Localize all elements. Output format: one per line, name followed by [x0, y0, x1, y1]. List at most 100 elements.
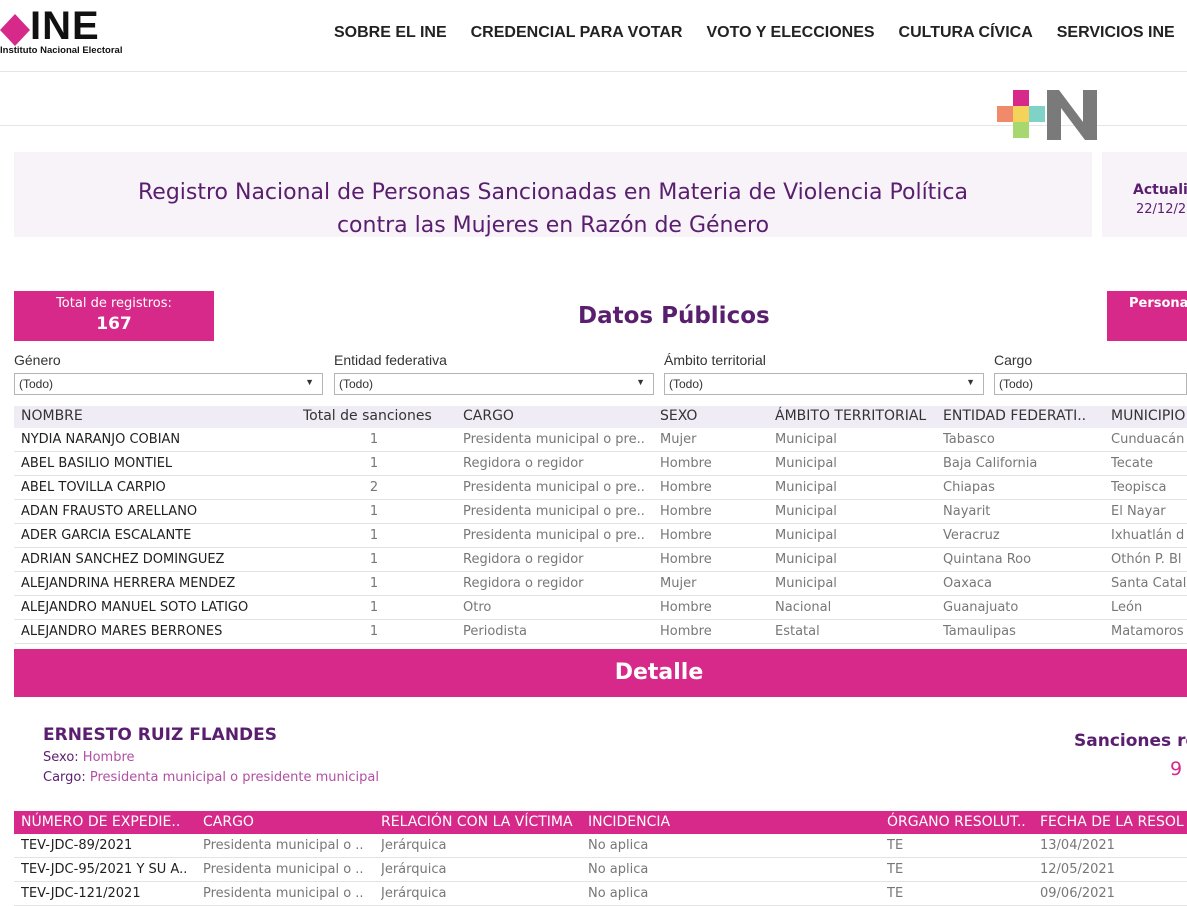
- total-records-box: Total de registros: 167: [14, 291, 214, 341]
- cell-fecha: 12/05/2021: [1040, 862, 1115, 877]
- detail-title: Detalle: [614, 660, 704, 685]
- col-header-ambito[interactable]: ÁMBITO TERRITORIAL: [775, 408, 926, 424]
- table-row[interactable]: ALEJANDRINA HERRERA MÉNDEZ 1 Regidora o re…: [14, 572, 1187, 596]
- cell-nombre: ADÁN FRAUSTO ARELLANO: [21, 504, 198, 519]
- col-header-total[interactable]: Total de sanciones: [303, 408, 432, 424]
- filter-select-genero[interactable]: (Todo) ▼: [14, 373, 323, 395]
- filter-value: (Todo): [339, 377, 374, 391]
- filter-select-entidad[interactable]: (Todo) ▼: [334, 373, 654, 395]
- table-row[interactable]: ALEJANDRO MANUEL SOTO LÁTIGO 1 Otro Hombre N…: [14, 596, 1187, 620]
- cell-sexo: Mujer: [660, 432, 697, 447]
- persons-label: Personas: [1129, 296, 1187, 311]
- cell-expediente: TEV-JDC-121/2021: [21, 886, 141, 901]
- nav-sobre-el-ine[interactable]: SOBRE EL INE: [334, 24, 447, 42]
- cell-municipio: El Nayar: [1111, 504, 1166, 519]
- person-name: ERNESTO RUIZ FLANDES: [43, 725, 278, 745]
- cell-ambito: Municipal: [775, 552, 837, 567]
- nav-credencial[interactable]: CREDENCIAL PARA VOTAR: [471, 24, 683, 42]
- table-row[interactable]: ALEJANDRO MARES BERRONES 1 Periodista Hombr…: [14, 620, 1187, 644]
- sexo-label: Sexo:: [43, 750, 79, 765]
- cell-cargo: Presidenta municipal o pre..: [463, 528, 645, 543]
- cell-total: 1: [369, 528, 379, 543]
- cell-municipio: Othón P. Bl: [1111, 552, 1182, 567]
- title-line-2: contra las Mujeres en Razón de Género: [336, 213, 770, 238]
- col-header-municipio[interactable]: MUNICIPIO: [1111, 408, 1185, 424]
- col-header-nombre[interactable]: NOMBRE: [21, 408, 83, 424]
- filter-select-ambito[interactable]: (Todo) ▼: [664, 373, 984, 395]
- update-date: 22/12/2: [1136, 202, 1187, 217]
- nav-servicios-ine[interactable]: SERVICIOS INE: [1057, 24, 1175, 42]
- cell-total: 2: [369, 480, 379, 495]
- detail-table-row[interactable]: TEV-JDC-89/2021 Presidenta municipal o ..…: [14, 834, 1187, 858]
- cell-organo: TE: [887, 838, 904, 853]
- col-header-cargo[interactable]: CARGO: [463, 408, 514, 424]
- table-row[interactable]: ADRIÁN SÁNCHEZ DOMÍNGUEZ 1 Regidora o regi…: [14, 548, 1187, 572]
- table-row[interactable]: ADÁN FRAUSTO ARELLANO 1 Presidenta municip…: [14, 500, 1187, 524]
- cell-fecha: 13/04/2021: [1040, 838, 1115, 853]
- cell-sexo: Hombre: [660, 528, 712, 543]
- sanctions-label: Sanciones re: [1074, 731, 1187, 751]
- cell-organo: TE: [887, 886, 904, 901]
- cell-nombre: ABEL TOVILLA CARPIO: [21, 480, 166, 495]
- col-header-organo[interactable]: ÓRGANO RESOLUT..: [887, 814, 1026, 830]
- cell-municipio: Matamoros: [1111, 624, 1184, 639]
- cell-cargo: Presidenta municipal o pre..: [463, 480, 645, 495]
- table-row[interactable]: ABEL TOVILLA CARPIO 2 Presidenta municipal…: [14, 476, 1187, 500]
- person-sexo: Sexo: Hombre: [43, 750, 135, 765]
- cell-nombre: ADER GARCÍA ESCALANTE: [21, 528, 192, 543]
- col-header-sexo[interactable]: SEXO: [660, 408, 697, 424]
- filter-value: (Todo): [999, 377, 1034, 391]
- nav-cultura-civica[interactable]: CULTURA CÍVICA: [899, 24, 1033, 42]
- cargo-value: Presidenta municipal o presidente munici…: [89, 770, 379, 785]
- cell-municipio: Cunduacán: [1111, 432, 1185, 447]
- cell-ambito: Municipal: [775, 504, 837, 519]
- cell-incidencia: No aplica: [588, 862, 649, 877]
- cell-nombre: NYDIA NARANJO COBIAN: [21, 432, 181, 447]
- table-row[interactable]: ADER GARCÍA ESCALANTE 1 Presidenta municip…: [14, 524, 1187, 548]
- cell-entidad: Tabasco: [943, 432, 995, 447]
- cell-total: 1: [369, 552, 379, 567]
- filter-value: (Todo): [669, 377, 704, 391]
- cell-entidad: Veracruz: [943, 528, 1000, 543]
- section-title: Datos Públicos: [578, 303, 770, 329]
- cell-ambito: Municipal: [775, 528, 837, 543]
- logo-subtitle: Instituto Nacional Electoral: [0, 45, 123, 56]
- col-header-fecha[interactable]: FECHA DE LA RESOL: [1040, 814, 1184, 830]
- cell-cargo: Otro: [463, 600, 492, 615]
- col-header-incidencia[interactable]: INCIDENCIA: [588, 814, 670, 830]
- cell-municipio: Teopisca: [1111, 480, 1167, 495]
- cell-municipio: León: [1111, 600, 1143, 615]
- ine-logo-icon: [0, 14, 30, 46]
- cell-cargo: Regidora o regidor: [463, 456, 584, 471]
- cell-cargo: Regidora o regidor: [463, 552, 584, 567]
- col-header-relacion[interactable]: RELACIÓN CON LA VÍCTIMA: [381, 814, 573, 830]
- cell-total: 1: [369, 432, 379, 447]
- cell-nombre: ABEL BASILIO MONTIEL: [21, 456, 173, 471]
- col-header-cargo2[interactable]: CARGO: [203, 814, 254, 830]
- filter-select-cargo[interactable]: (Todo): [994, 373, 1187, 395]
- cell-cargo: Periodista: [463, 624, 527, 639]
- col-header-expediente[interactable]: NÚMERO DE EXPEDIE..: [21, 814, 180, 830]
- dropdown-arrow-icon: ▼: [966, 377, 975, 387]
- cargo-label: Cargo:: [43, 770, 86, 785]
- cell-ambito: Municipal: [775, 456, 837, 471]
- persons-box: Personas: [1107, 291, 1187, 341]
- filter-label-ambito: Ámbito territorial: [664, 352, 766, 368]
- cell-fecha: 09/06/2021: [1040, 886, 1115, 901]
- cell-ambito: Municipal: [775, 432, 837, 447]
- cell-entidad: Oaxaca: [943, 576, 992, 591]
- cell-sexo: Hombre: [660, 456, 712, 471]
- detail-table-row[interactable]: TEV-JDC-121/2021 Presidenta municipal o .…: [14, 882, 1187, 906]
- table-row[interactable]: NYDIA NARANJO COBIAN 1 Presidenta municipa…: [14, 428, 1187, 452]
- cell-nombre: ALEJANDRO MANUEL SOTO LÁTIGO: [21, 600, 249, 615]
- cell-expediente: TEV-JDC-95/2021 Y SU A..: [21, 862, 188, 877]
- cell-total: 1: [369, 504, 379, 519]
- nav-voto-elecciones[interactable]: VOTO Y ELECCIONES: [706, 24, 874, 42]
- detail-table-row[interactable]: TEV-JDC-95/2021 Y SU A.. Presidenta munic…: [14, 858, 1187, 882]
- cell-organo: TE: [887, 862, 904, 877]
- col-header-entidad[interactable]: ENTIDAD FEDERATI..: [943, 408, 1086, 424]
- table-row[interactable]: ABEL BASILIO MONTIEL 1 Regidora o regidor H…: [14, 452, 1187, 476]
- cell-entidad: Nayarit: [943, 504, 991, 519]
- cell-expediente: TEV-JDC-89/2021: [21, 838, 133, 853]
- cell-cargo: Presidenta municipal o pre..: [463, 504, 645, 519]
